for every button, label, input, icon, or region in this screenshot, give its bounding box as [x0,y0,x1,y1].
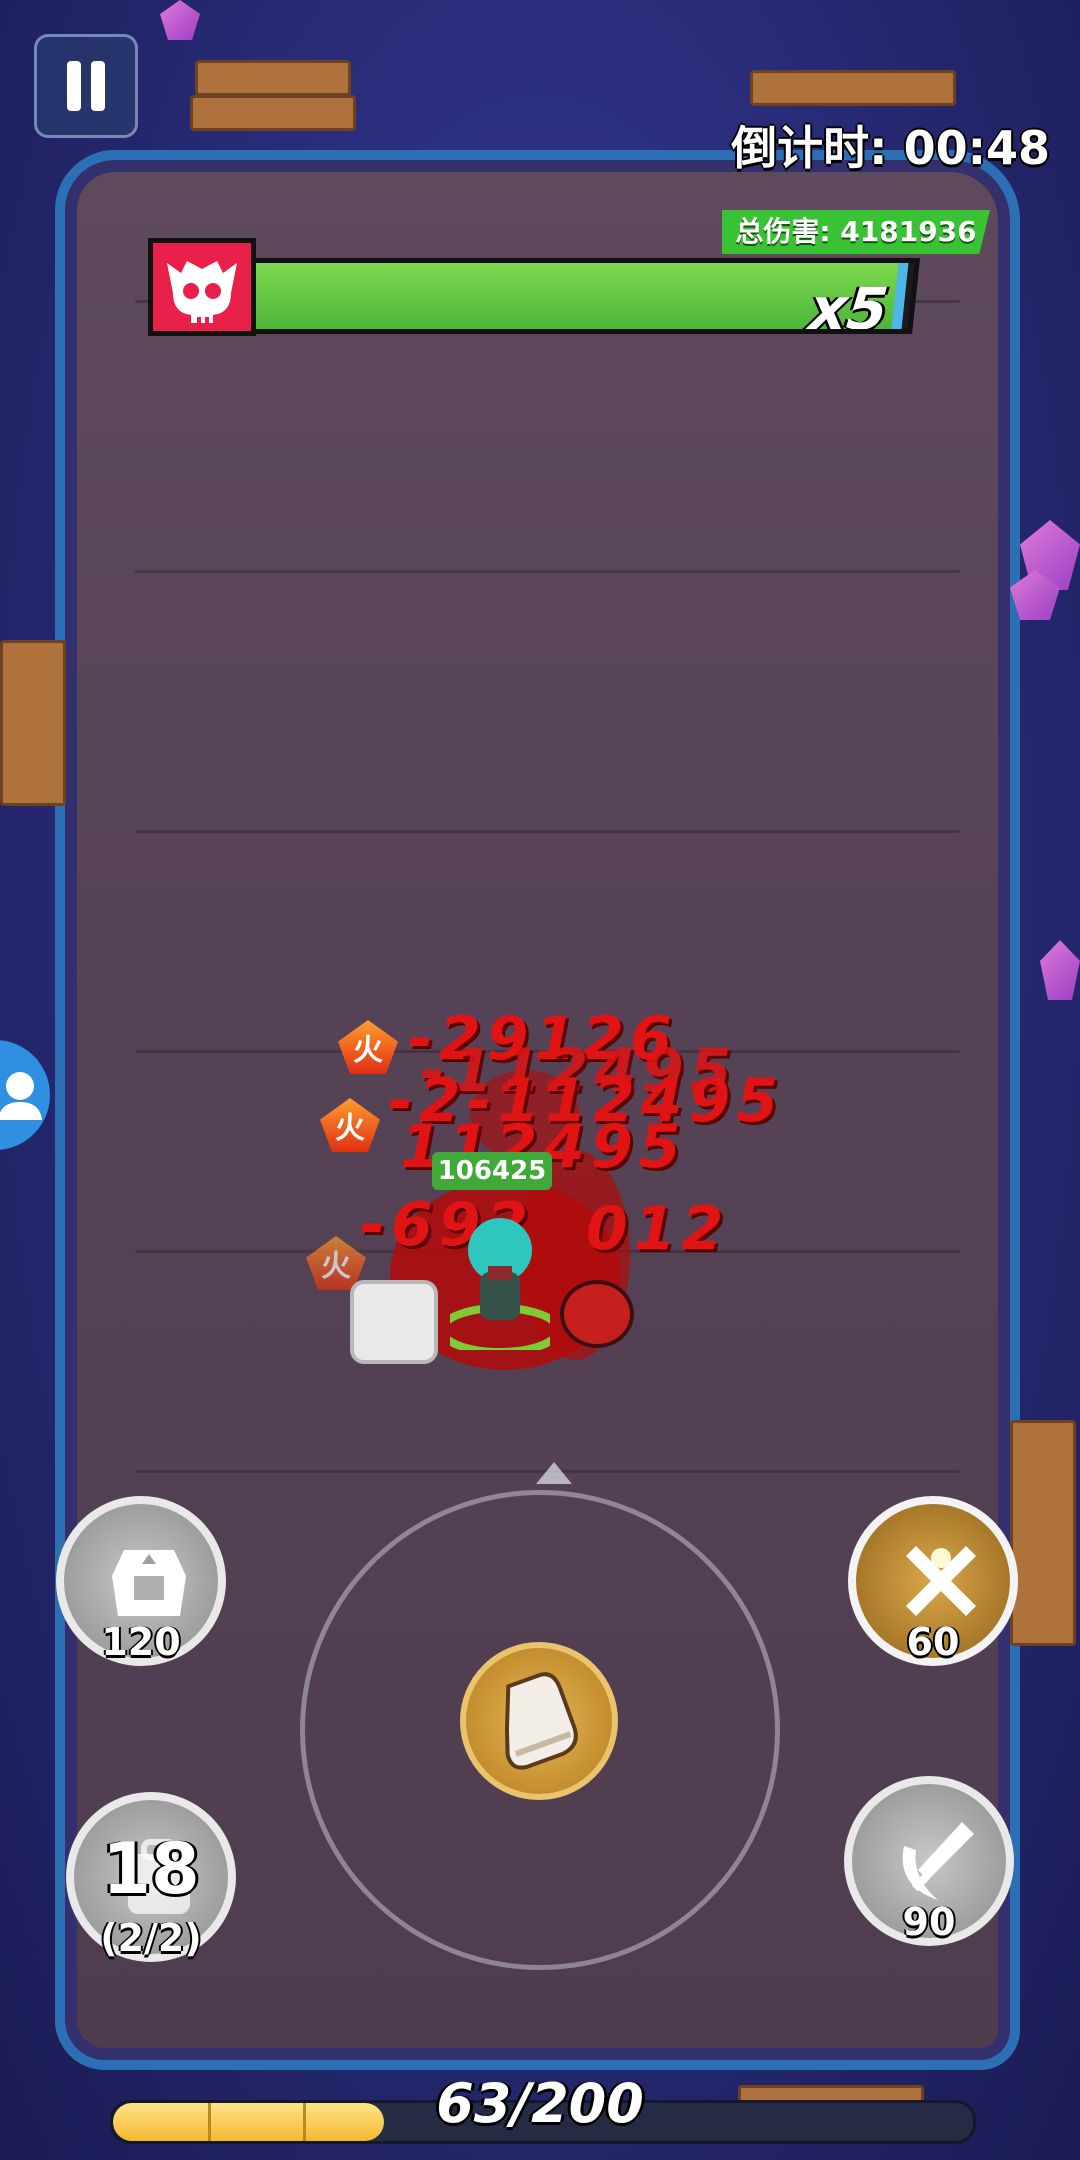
armor-icon [112,1550,186,1616]
floor-crack [135,830,960,833]
friend-side-button[interactable] [0,1040,50,1150]
boot-icon [504,1672,578,1770]
joystick-direction-arrow [536,1462,572,1484]
experience-text: 63/200 [436,2072,644,2135]
player-character [438,1210,562,1356]
boss-hp-track: x5 [240,258,920,334]
sword-slash-icon [902,1822,974,1900]
wood-fence [0,640,66,806]
crossed-swords-skill-button[interactable]: 60 [848,1496,1018,1666]
joystick-knob[interactable] [460,1642,618,1800]
game-screen: 倒计时: 00:48 总伤害: 4181936 x5 火 火 火 -29126 … [0,0,1080,2160]
skill-cooldown: 90 [902,1900,956,1944]
damage-number: 012 [586,1194,730,1264]
wood-plank [750,70,956,106]
pause-icon [91,61,105,111]
floor-crack [135,570,960,573]
robot-pet [350,1280,438,1364]
countdown-timer: 倒计时: 00:48 [731,121,1050,175]
crossed-swords-icon [906,1546,976,1616]
boss-health-bar: x5 [148,238,920,336]
sword-slash-skill-button[interactable]: 90 [844,1776,1014,1946]
wood-plank [190,95,356,131]
wood-fence [1010,1420,1076,1646]
armor-skill-button[interactable]: 120 [56,1496,226,1666]
red-pet [560,1280,634,1348]
crystal [1040,940,1080,1000]
skill-charge-count: 18 [102,1828,200,1910]
potion-bag-skill-button[interactable]: 18 (2/2) [66,1792,236,1962]
pause-button[interactable] [34,34,138,138]
user-icon [0,1072,42,1120]
skull-icon [148,238,256,336]
skill-cooldown: 60 [906,1620,960,1664]
wood-plank [195,60,351,96]
skill-cooldown: 120 [101,1620,181,1664]
crystal [160,0,200,40]
player-hp-label: 106425 [432,1152,552,1190]
pause-icon [67,61,81,111]
boss-hp-multiplier: x5 [806,275,892,334]
skill-uses: (2/2) [100,1916,202,1960]
